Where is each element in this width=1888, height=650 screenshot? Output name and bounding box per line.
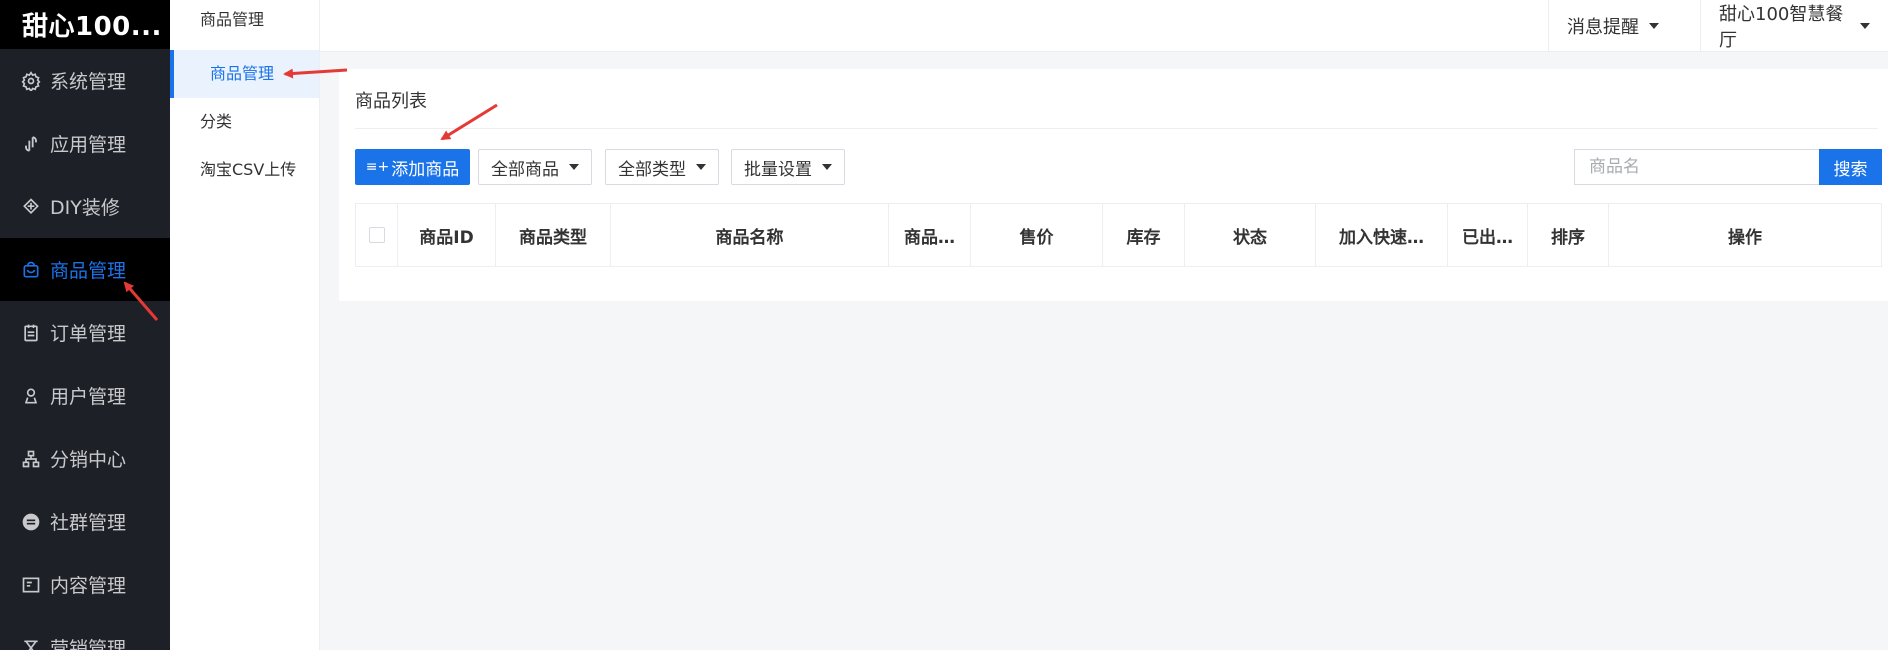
chevron-down-icon	[569, 164, 579, 170]
sidebar-item-label: 内容管理	[50, 575, 127, 597]
all-types-dropdown[interactable]: 全部类型	[605, 149, 719, 185]
clipboard-icon	[20, 322, 42, 344]
store-dropdown[interactable]: 甜心100智慧餐厅	[1700, 0, 1888, 52]
column-header[interactable]: 库存	[1103, 204, 1185, 266]
column-header[interactable]: 售价	[971, 204, 1103, 266]
main-sidebar: 甜心100... 系统管理 应用管理 DIY装修 商品管理 订单管理 用户管理 …	[0, 0, 170, 650]
subnav-item-category[interactable]: 分类	[170, 98, 319, 146]
link-icon	[20, 133, 42, 155]
product-list-card: 商品列表 ≡+ 添加商品 全部商品 全部类型 批量设置 搜索 商品ID 商品类型…	[339, 69, 1888, 301]
column-header[interactable]: 排序	[1528, 204, 1609, 266]
notifications-label: 消息提醒	[1567, 17, 1639, 38]
sidebar-item-orders[interactable]: 订单管理	[0, 301, 170, 364]
sidebar-item-diy[interactable]: DIY装修	[0, 175, 170, 238]
batch-settings-dropdown[interactable]: 批量设置	[731, 149, 845, 185]
store-label: 甜心100智慧餐厅	[1719, 4, 1844, 51]
sidebar-item-label: 营销管理	[50, 638, 127, 650]
product-table-header: 商品ID 商品类型 商品名称 商品… 售价 库存 状态 加入快速… 已出… 排序…	[355, 203, 1882, 267]
column-header[interactable]: 已出…	[1448, 204, 1528, 266]
select-all-cell	[356, 204, 398, 266]
add-list-icon: ≡+	[365, 159, 390, 175]
sidebar-item-apps[interactable]: 应用管理	[0, 112, 170, 175]
sub-sidebar: 商品管理 商品管理 分类 淘宝CSV上传	[170, 0, 320, 650]
marketing-icon	[20, 637, 42, 650]
dropdown-label: 全部类型	[618, 159, 686, 180]
column-header[interactable]: 商品…	[889, 204, 971, 266]
all-products-dropdown[interactable]: 全部商品	[478, 149, 592, 185]
product-name-search-input[interactable]	[1574, 149, 1819, 185]
notifications-dropdown[interactable]: 消息提醒	[1548, 0, 1700, 52]
chevron-down-icon	[696, 164, 706, 170]
column-header[interactable]: 操作	[1609, 204, 1881, 266]
sidebar-item-marketing[interactable]: 营销管理	[0, 616, 170, 650]
top-bar: 消息提醒 甜心100智慧餐厅	[320, 0, 1888, 52]
select-all-checkbox[interactable]	[368, 227, 385, 243]
column-header[interactable]: 商品ID	[398, 204, 496, 266]
sidebar-item-distribution[interactable]: 分销中心	[0, 427, 170, 490]
content-icon	[20, 574, 42, 596]
chevron-down-icon	[822, 164, 832, 170]
column-header[interactable]: 加入快速…	[1316, 204, 1448, 266]
bag-icon	[20, 259, 42, 281]
main-nav: 系统管理 应用管理 DIY装修 商品管理 订单管理 用户管理 分销中心 社群管理…	[0, 49, 170, 650]
sidebar-item-label: DIY装修	[50, 197, 120, 219]
search-button[interactable]: 搜索	[1819, 149, 1882, 185]
sidebar-item-users[interactable]: 用户管理	[0, 364, 170, 427]
subnav-item-products[interactable]: 商品管理	[170, 50, 319, 98]
divider	[355, 128, 1878, 129]
sidebar-item-label: 系统管理	[50, 71, 127, 93]
sidebar-item-content[interactable]: 内容管理	[0, 553, 170, 616]
subnav-item-taobao-csv[interactable]: 淘宝CSV上传	[170, 146, 319, 194]
column-header[interactable]: 状态	[1185, 204, 1316, 266]
sidebar-item-label: 应用管理	[50, 134, 127, 156]
subnav-title: 商品管理	[200, 10, 265, 29]
sidebar-item-system[interactable]: 系统管理	[0, 49, 170, 112]
chevron-down-icon	[1860, 23, 1870, 29]
sidebar-item-label: 分销中心	[50, 449, 127, 471]
dropdown-label: 批量设置	[744, 159, 812, 180]
dropdown-label: 全部商品	[491, 159, 559, 180]
sidebar-item-label: 商品管理	[50, 260, 127, 282]
brand-logo[interactable]: 甜心100...	[0, 0, 170, 49]
chevron-down-icon	[1649, 23, 1659, 29]
gear-icon	[20, 70, 42, 92]
add-product-button[interactable]: ≡+ 添加商品	[355, 149, 470, 185]
sidebar-item-community[interactable]: 社群管理	[0, 490, 170, 553]
sidebar-item-products[interactable]: 商品管理	[0, 238, 170, 301]
sidebar-item-label: 订单管理	[50, 323, 127, 345]
community-icon	[20, 511, 42, 533]
add-product-label: 添加商品	[391, 159, 460, 180]
sidebar-item-label: 用户管理	[50, 386, 127, 408]
page-title: 商品列表	[355, 91, 427, 112]
sidebar-item-label: 社群管理	[50, 512, 127, 534]
column-header[interactable]: 商品名称	[611, 204, 889, 266]
user-icon	[20, 385, 42, 407]
org-chart-icon	[20, 448, 42, 470]
paint-icon	[20, 196, 42, 218]
column-header[interactable]: 商品类型	[496, 204, 611, 266]
